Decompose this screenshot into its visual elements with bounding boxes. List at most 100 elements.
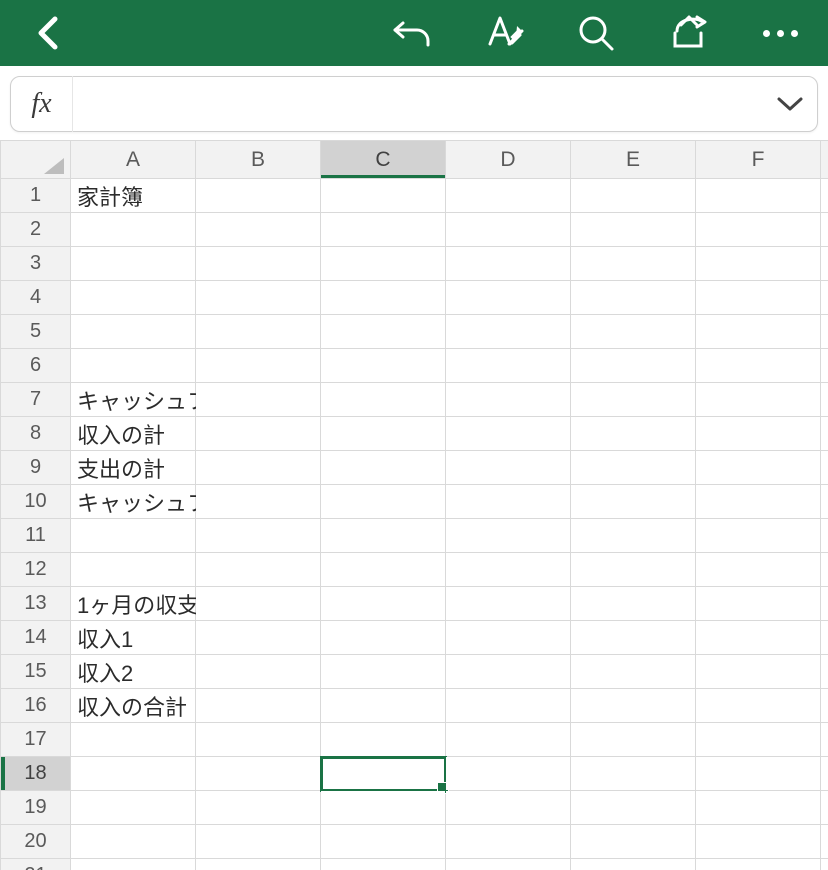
cell-B20[interactable] <box>196 825 321 859</box>
cell-E14[interactable] <box>571 621 696 655</box>
cell-D20[interactable] <box>446 825 571 859</box>
cell-C10[interactable] <box>321 485 446 519</box>
cell-F17[interactable] <box>696 723 821 757</box>
row-header-7[interactable]: 7 <box>1 383 71 417</box>
back-button[interactable] <box>18 3 78 63</box>
column-header-B[interactable]: B <box>196 141 321 179</box>
row-header-15[interactable]: 15 <box>1 655 71 689</box>
cell-E2[interactable] <box>571 213 696 247</box>
column-header-D[interactable]: D <box>446 141 571 179</box>
cell-D4[interactable] <box>446 281 571 315</box>
formula-input[interactable] <box>73 77 763 131</box>
cell-edge-5[interactable] <box>821 315 828 349</box>
cell-B10[interactable] <box>196 485 321 519</box>
row-header-12[interactable]: 12 <box>1 553 71 587</box>
cell-F3[interactable] <box>696 247 821 281</box>
row-header-9[interactable]: 9 <box>1 451 71 485</box>
row-header-11[interactable]: 11 <box>1 519 71 553</box>
cell-C1[interactable] <box>321 179 446 213</box>
cell-C5[interactable] <box>321 315 446 349</box>
cell-D18[interactable] <box>446 757 571 791</box>
row-header-14[interactable]: 14 <box>1 621 71 655</box>
cell-B19[interactable] <box>196 791 321 825</box>
cell-F6[interactable] <box>696 349 821 383</box>
cell-F12[interactable] <box>696 553 821 587</box>
cell-edge-7[interactable] <box>821 383 828 417</box>
cell-F18[interactable] <box>696 757 821 791</box>
cell-edge-21[interactable] <box>821 859 828 870</box>
cell-B18[interactable] <box>196 757 321 791</box>
cell-B11[interactable] <box>196 519 321 553</box>
row-header-5[interactable]: 5 <box>1 315 71 349</box>
cell-F10[interactable] <box>696 485 821 519</box>
cell-B21[interactable] <box>196 859 321 870</box>
undo-button[interactable] <box>382 3 442 63</box>
cell-edge-14[interactable] <box>821 621 828 655</box>
cell-F20[interactable] <box>696 825 821 859</box>
cell-D5[interactable] <box>446 315 571 349</box>
cell-A8[interactable]: 収入の計 <box>71 417 196 451</box>
cell-D6[interactable] <box>446 349 571 383</box>
cell-A10[interactable]: キャッシュフローの合計 <box>71 485 196 519</box>
column-header-A[interactable]: A <box>71 141 196 179</box>
cell-A20[interactable] <box>71 825 196 859</box>
row-header-8[interactable]: 8 <box>1 417 71 451</box>
cell-B2[interactable] <box>196 213 321 247</box>
cell-A9[interactable]: 支出の計 <box>71 451 196 485</box>
cell-C17[interactable] <box>321 723 446 757</box>
cell-edge-19[interactable] <box>821 791 828 825</box>
column-header-E[interactable]: E <box>571 141 696 179</box>
cell-D17[interactable] <box>446 723 571 757</box>
cell-edge-10[interactable] <box>821 485 828 519</box>
row-header-13[interactable]: 13 <box>1 587 71 621</box>
row-header-4[interactable]: 4 <box>1 281 71 315</box>
cell-E12[interactable] <box>571 553 696 587</box>
cell-F7[interactable] <box>696 383 821 417</box>
cell-D19[interactable] <box>446 791 571 825</box>
cell-D8[interactable] <box>446 417 571 451</box>
cell-E17[interactable] <box>571 723 696 757</box>
cell-edge-20[interactable] <box>821 825 828 859</box>
cell-E4[interactable] <box>571 281 696 315</box>
cell-A13[interactable]: 1ヶ月の収支 <box>71 587 196 621</box>
cell-edge-11[interactable] <box>821 519 828 553</box>
cell-E18[interactable] <box>571 757 696 791</box>
row-header-17[interactable]: 17 <box>1 723 71 757</box>
cell-C13[interactable] <box>321 587 446 621</box>
cell-edge-4[interactable] <box>821 281 828 315</box>
cell-edge-9[interactable] <box>821 451 828 485</box>
format-button[interactable] <box>474 3 534 63</box>
row-header-19[interactable]: 19 <box>1 791 71 825</box>
row-header-1[interactable]: 1 <box>1 179 71 213</box>
cell-edge-16[interactable] <box>821 689 828 723</box>
cell-B3[interactable] <box>196 247 321 281</box>
cell-A11[interactable] <box>71 519 196 553</box>
cell-D1[interactable] <box>446 179 571 213</box>
cell-B13[interactable] <box>196 587 321 621</box>
cell-C12[interactable] <box>321 553 446 587</box>
cell-edge-3[interactable] <box>821 247 828 281</box>
cell-C4[interactable] <box>321 281 446 315</box>
cell-D2[interactable] <box>446 213 571 247</box>
cell-E3[interactable] <box>571 247 696 281</box>
cell-B16[interactable] <box>196 689 321 723</box>
cell-F15[interactable] <box>696 655 821 689</box>
cell-edge-6[interactable] <box>821 349 828 383</box>
cell-edge-15[interactable] <box>821 655 828 689</box>
cell-F21[interactable] <box>696 859 821 870</box>
cell-E6[interactable] <box>571 349 696 383</box>
cell-edge-1[interactable] <box>821 179 828 213</box>
cell-B8[interactable] <box>196 417 321 451</box>
cell-B6[interactable] <box>196 349 321 383</box>
cell-D7[interactable] <box>446 383 571 417</box>
cell-D14[interactable] <box>446 621 571 655</box>
cell-C18[interactable] <box>321 757 446 791</box>
cell-B12[interactable] <box>196 553 321 587</box>
cell-D11[interactable] <box>446 519 571 553</box>
row-header-18[interactable]: 18 <box>1 757 71 791</box>
more-menu-button[interactable] <box>750 3 810 63</box>
cell-edge-18[interactable] <box>821 757 828 791</box>
cell-E8[interactable] <box>571 417 696 451</box>
spreadsheet-grid[interactable]: A B C D E F 1家計簿234567キャッシュフロー8収入の計9支出の計… <box>0 140 828 870</box>
share-button[interactable] <box>658 3 718 63</box>
